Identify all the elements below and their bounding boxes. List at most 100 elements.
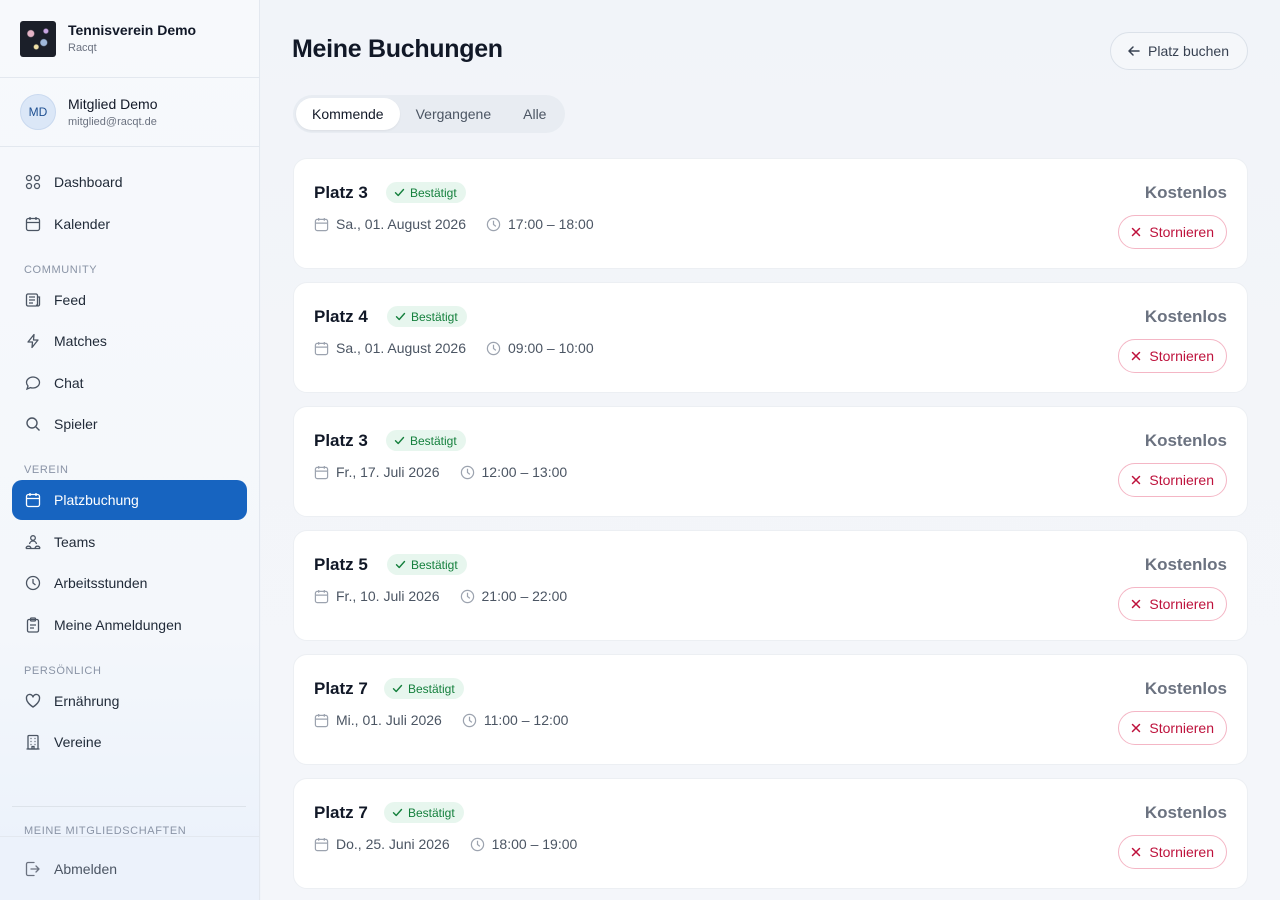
booking-date: Do., 25. Juni 2026 xyxy=(336,836,450,852)
court-name: Platz 7 xyxy=(314,803,368,822)
close-icon xyxy=(1132,227,1141,237)
booking-date: Sa., 01. August 2026 xyxy=(336,216,466,232)
sidebar-item-ernaehrung[interactable]: Ernährung xyxy=(12,681,247,721)
calendar-icon xyxy=(314,341,329,355)
booking-time: 12:00 – 13:00 xyxy=(481,464,568,480)
logout-button[interactable]: Abmelden xyxy=(0,836,259,900)
grid-icon xyxy=(24,173,42,191)
avatar: MD xyxy=(20,94,56,130)
sidebar-item-label: Spieler xyxy=(54,416,98,432)
sidebar-item-feed[interactable]: Feed xyxy=(12,280,247,320)
clock-icon xyxy=(460,465,474,479)
check-icon xyxy=(394,436,405,445)
booking-meta: Fr., 10. Juli 2026 21:00 – 22:00 xyxy=(314,588,567,604)
cancel-label: Stornieren xyxy=(1149,720,1214,736)
user-name: Mitglied Demo xyxy=(68,95,158,112)
booking-date: Fr., 17. Juli 2026 xyxy=(336,464,440,480)
booking-card: Platz 7 Bestätigt Do., 25. Juni 2026 18:… xyxy=(293,778,1248,889)
sidebar-item-teams[interactable]: Teams xyxy=(12,522,247,562)
cancel-button[interactable]: Stornieren xyxy=(1118,835,1227,869)
section-community: COMMUNITY xyxy=(24,263,98,276)
court-name: Platz 3 xyxy=(314,431,368,450)
book-court-label: Platz buchen xyxy=(1148,43,1229,59)
cancel-button[interactable]: Stornieren xyxy=(1118,339,1227,373)
cancel-button[interactable]: Stornieren xyxy=(1118,463,1227,497)
club-subtitle: Racqt xyxy=(68,42,97,54)
club-header[interactable]: Tennisverein Demo Racqt xyxy=(0,0,259,78)
booking-date: Sa., 01. August 2026 xyxy=(336,340,466,356)
sidebar-item-label: Platzbuchung xyxy=(54,492,139,508)
booking-time: 09:00 – 10:00 xyxy=(508,340,594,356)
sidebar-item-label: Meine Anmeldungen xyxy=(54,616,182,633)
booking-price: Kostenlos xyxy=(1144,679,1227,698)
clock-icon xyxy=(24,574,42,592)
cancel-button[interactable]: Stornieren xyxy=(1118,215,1227,249)
check-icon xyxy=(395,560,406,569)
tab-kommende[interactable]: Kommende xyxy=(296,98,400,130)
clock-icon xyxy=(460,589,474,603)
sidebar-item-label: Kalender xyxy=(54,215,111,232)
booking-time: 21:00 – 22:00 xyxy=(481,588,568,604)
tab-vergangene[interactable]: Vergangene xyxy=(400,98,508,130)
sidebar-item-label: Feed xyxy=(54,291,86,308)
court-name: Platz 4 xyxy=(314,307,368,326)
calendar-icon xyxy=(24,491,42,509)
sidebar-item-chat[interactable]: Chat xyxy=(12,363,247,403)
user-email: mitglied@racqt.de xyxy=(68,115,157,128)
sidebar-item-label: Teams xyxy=(54,533,96,550)
sidebar-item-anmeldungen[interactable]: Meine Anmeldungen xyxy=(12,605,247,645)
clock-icon xyxy=(462,713,477,727)
booking-date: Fr., 10. Juli 2026 xyxy=(336,588,440,604)
cancel-label: Stornieren xyxy=(1149,844,1214,860)
cancel-label: Stornieren xyxy=(1149,596,1214,612)
cancel-button[interactable]: Stornieren xyxy=(1118,587,1227,621)
cancel-button[interactable]: Stornieren xyxy=(1118,711,1227,745)
booking-meta: Fr., 17. Juli 2026 12:00 – 13:00 xyxy=(314,464,567,480)
sidebar-item-matches[interactable]: Matches xyxy=(12,321,247,361)
status-label: Bestätigt xyxy=(411,309,458,324)
club-logo xyxy=(20,20,56,57)
clock-icon xyxy=(486,217,501,231)
arrow-left-icon xyxy=(1128,46,1140,56)
booking-tabs: Kommende Vergangene Alle xyxy=(293,95,566,133)
section-verein: VEREIN xyxy=(24,464,69,476)
tab-alle[interactable]: Alle xyxy=(507,98,562,130)
booking-card: Platz 7 Bestätigt Mi., 01. Juli 2026 11:… xyxy=(293,654,1248,765)
sidebar-item-platzbuchung[interactable]: Platzbuchung xyxy=(12,480,247,520)
status-label: Bestätigt xyxy=(411,557,458,572)
clock-icon xyxy=(486,341,501,355)
sidebar-item-arbeitsstunden[interactable]: Arbeitsstunden xyxy=(12,563,247,603)
sidebar-item-spieler[interactable]: Spieler xyxy=(12,404,247,444)
sidebar-nav: Dashboard Kalender COMMUNITY Feed Matche… xyxy=(12,162,247,764)
cancel-label: Stornieren xyxy=(1149,224,1214,240)
search-icon xyxy=(24,415,42,433)
newspaper-icon xyxy=(24,291,42,309)
user-profile[interactable]: MD Mitglied Demo mitglied@racqt.de xyxy=(0,78,259,147)
book-court-button[interactable]: Platz buchen xyxy=(1110,32,1248,70)
sidebar-item-label: Arbeitsstunden xyxy=(54,575,148,591)
sidebar-item-dashboard[interactable]: Dashboard xyxy=(12,162,247,202)
logout-label: Abmelden xyxy=(54,860,118,877)
lightning-icon xyxy=(24,332,42,350)
booking-price: Kostenlos xyxy=(1144,183,1227,202)
status-label: Bestätigt xyxy=(408,805,455,820)
sidebar-item-vereine[interactable]: Vereine xyxy=(12,722,247,762)
sidebar-item-label: Dashboard xyxy=(54,174,123,190)
booking-card: Platz 3 Bestätigt Fr., 17. Juli 2026 12:… xyxy=(293,406,1248,517)
booking-meta: Sa., 01. August 2026 17:00 – 18:00 xyxy=(314,216,594,232)
calendar-icon xyxy=(314,217,329,231)
club-name: Tennisverein Demo xyxy=(68,22,197,38)
booking-meta: Sa., 01. August 2026 09:00 – 10:00 xyxy=(314,340,594,356)
team-icon xyxy=(24,533,42,551)
cancel-label: Stornieren xyxy=(1149,472,1214,488)
status-badge: Bestätigt xyxy=(386,430,466,451)
cancel-label: Stornieren xyxy=(1149,348,1214,364)
check-icon xyxy=(394,188,405,197)
page-title: Meine Buchungen xyxy=(292,35,503,63)
booking-card: Platz 3 Bestätigt Sa., 01. August 2026 1… xyxy=(293,158,1248,269)
calendar-icon xyxy=(314,713,329,727)
booking-card: Platz 5 Bestätigt Fr., 10. Juli 2026 21:… xyxy=(293,530,1248,641)
calendar-icon xyxy=(24,215,42,233)
calendar-icon xyxy=(314,589,329,603)
sidebar-item-kalender[interactable]: Kalender xyxy=(12,204,247,244)
